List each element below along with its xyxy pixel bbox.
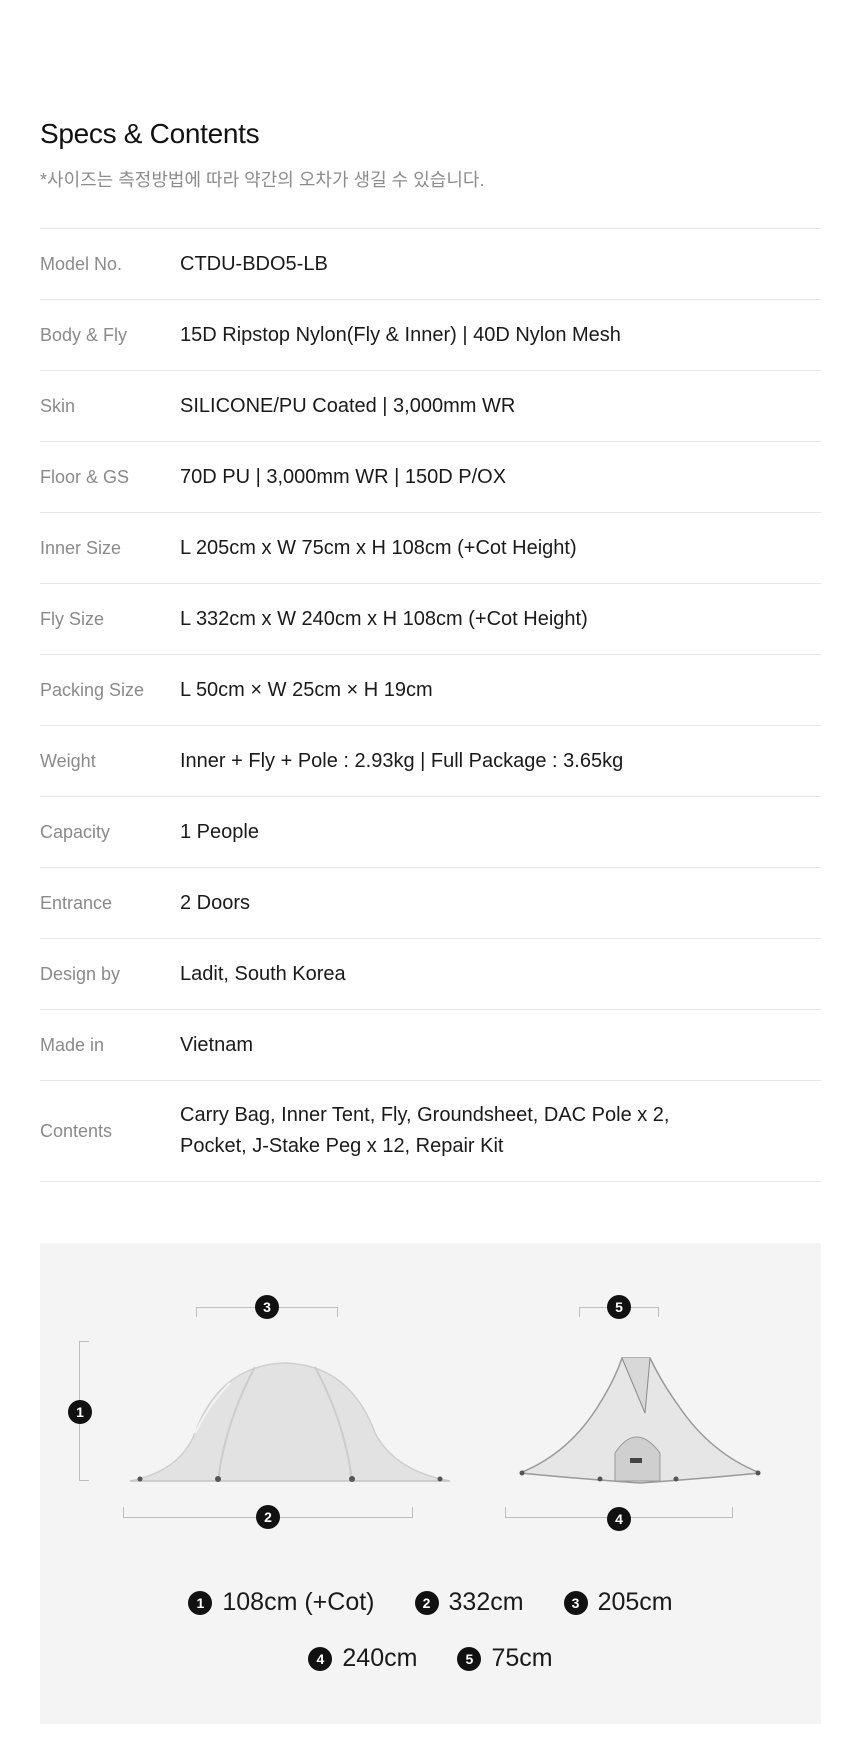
dimension-tick xyxy=(505,1507,506,1517)
marker-5-badge: 5 xyxy=(607,1295,631,1319)
legend-item-length: 2 332cm xyxy=(414,1588,524,1617)
spec-row-inner-size: Inner Size L 205cm x W 75cm x H 108cm (+… xyxy=(40,513,821,584)
marker-1-badge: 1 xyxy=(68,1400,92,1424)
spec-row-entrance: Entrance 2 Doors xyxy=(40,868,821,939)
tent-side-view-image xyxy=(129,1362,451,1482)
dimension-tick xyxy=(412,1507,413,1517)
spec-value: Carry Bag, Inner Tent, Fly, Groundsheet,… xyxy=(180,1104,670,1157)
dimension-legend-row-1: 1 108cm (+Cot) 2 332cm 3 205cm xyxy=(40,1588,821,1617)
marker-4-badge: 4 xyxy=(607,1507,631,1531)
legend-item-inner-length: 3 205cm xyxy=(563,1588,673,1617)
spec-label: Fly Size xyxy=(40,608,105,629)
spec-value: L 332cm x W 240cm x H 108cm (+Cot Height… xyxy=(180,607,588,630)
size-note: *사이즈는 측정방법에 따라 약간의 오차가 생길 수 있습니다. xyxy=(40,170,485,190)
spec-label: Contents xyxy=(40,1120,113,1141)
legend-badge: 5 xyxy=(457,1646,482,1671)
tent-front-view-image xyxy=(519,1357,761,1484)
legend-badge: 1 xyxy=(188,1590,213,1615)
dimension-tick xyxy=(123,1507,124,1517)
spec-label: Body & Fly xyxy=(40,324,128,345)
spec-label: Design by xyxy=(40,963,121,984)
spec-value: L 50cm × W 25cm × H 19cm xyxy=(180,678,433,701)
page-title: Specs & Contents xyxy=(40,118,260,149)
spec-label: Inner Size xyxy=(40,537,122,558)
marker-2-badge: 2 xyxy=(256,1505,280,1529)
spec-label: Floor & GS xyxy=(40,466,130,487)
spec-value: 1 People xyxy=(180,820,259,843)
spec-value: CTDU-BDO5-LB xyxy=(180,252,328,275)
dimension-tick xyxy=(579,1307,580,1317)
legend-value: 240cm xyxy=(342,1644,418,1672)
spec-row-floor: Floor & GS 70D PU | 3,000mm WR | 150D P/… xyxy=(40,442,821,513)
spec-label: Made in xyxy=(40,1034,105,1055)
spec-label: Packing Size xyxy=(40,679,145,700)
legend-item-width: 4 240cm xyxy=(308,1644,417,1673)
dimension-tick xyxy=(732,1507,733,1517)
spec-value: L 205cm x W 75cm x H 108cm (+Cot Height) xyxy=(180,536,577,559)
spec-value: Ladit, South Korea xyxy=(180,962,346,985)
spec-row-fly-size: Fly Size L 332cm x W 240cm x H 108cm (+C… xyxy=(40,584,821,655)
dimension-tick xyxy=(79,1341,89,1342)
spec-label: Entrance xyxy=(40,892,113,913)
spec-value: 70D PU | 3,000mm WR | 150D P/OX xyxy=(180,465,507,488)
dimension-tick xyxy=(196,1307,197,1317)
spec-value: SILICONE/PU Coated | 3,000mm WR xyxy=(180,394,516,417)
legend-value: 75cm xyxy=(491,1644,553,1672)
legend-value: 205cm xyxy=(597,1588,673,1616)
marker-3-badge: 3 xyxy=(255,1295,279,1319)
dimension-tick xyxy=(658,1307,659,1317)
spec-value: Vietnam xyxy=(180,1033,254,1056)
spec-row-model: Model No. CTDU-BDO5-LB xyxy=(40,229,821,300)
specs-table: Model No. CTDU-BDO5-LB Body & Fly 15D Ri… xyxy=(40,228,821,1182)
spec-label: Skin xyxy=(40,395,76,416)
legend-badge: 3 xyxy=(563,1590,588,1615)
dimension-tick xyxy=(79,1480,89,1481)
spec-label: Weight xyxy=(40,750,96,771)
spec-label: Model No. xyxy=(40,253,123,274)
spec-row-packing-size: Packing Size L 50cm × W 25cm × H 19cm xyxy=(40,655,821,726)
spec-row-weight: Weight Inner + Fly + Pole : 2.93kg | Ful… xyxy=(40,726,821,797)
legend-item-height: 1 108cm (+Cot) xyxy=(188,1588,375,1617)
tent-dimension-diagram: 1 2 3 4 5 1 108cm (+Cot) 2 332cm 3 205cm… xyxy=(40,1243,821,1724)
spec-value: Inner + Fly + Pole : 2.93kg | Full Packa… xyxy=(180,749,624,772)
legend-badge: 4 xyxy=(308,1646,333,1671)
spec-row-made-in: Made in Vietnam xyxy=(40,1010,821,1081)
spec-value: 15D Ripstop Nylon(Fly & Inner) | 40D Nyl… xyxy=(180,323,621,346)
dimension-legend-row-2: 4 240cm 5 75cm xyxy=(40,1644,821,1673)
spec-row-body-fly: Body & Fly 15D Ripstop Nylon(Fly & Inner… xyxy=(40,300,821,371)
spec-row-skin: Skin SILICONE/PU Coated | 3,000mm WR xyxy=(40,371,821,442)
spec-row-capacity: Capacity 1 People xyxy=(40,797,821,868)
spec-row-design: Design by Ladit, South Korea xyxy=(40,939,821,1010)
spec-row-contents: Contents Carry Bag, Inner Tent, Fly, Gro… xyxy=(40,1081,821,1182)
spec-value: 2 Doors xyxy=(180,891,251,914)
legend-item-inner-width: 5 75cm xyxy=(457,1644,553,1673)
legend-badge: 2 xyxy=(414,1590,439,1615)
dimension-tick xyxy=(337,1307,338,1317)
spec-label: Capacity xyxy=(40,821,111,842)
legend-value: 332cm xyxy=(448,1588,524,1616)
legend-value: 108cm (+Cot) xyxy=(222,1588,375,1616)
